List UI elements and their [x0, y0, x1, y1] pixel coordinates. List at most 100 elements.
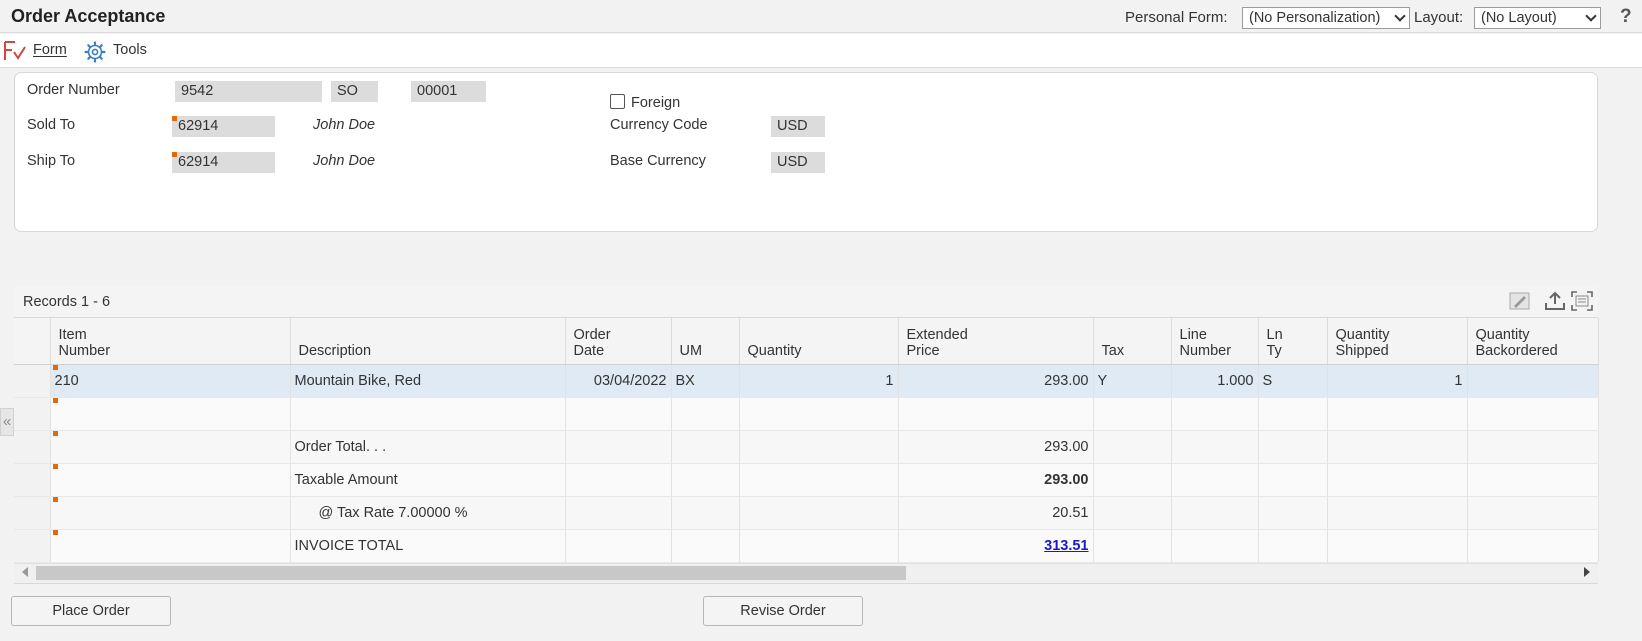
- cell-order-date[interactable]: [565, 463, 672, 497]
- cell-quantity[interactable]: [739, 397, 899, 431]
- cell-um[interactable]: [671, 397, 740, 431]
- sold-to-field[interactable]: 62914: [172, 116, 275, 137]
- cell-quantity-shipped[interactable]: [1327, 463, 1468, 497]
- table-row[interactable]: INVOICE TOTAL 313.51: [14, 529, 1599, 563]
- cell-item-number[interactable]: 210: [50, 364, 291, 398]
- form-icon[interactable]: [3, 40, 27, 62]
- cell-ln-ty[interactable]: [1258, 463, 1328, 497]
- cell-order-date[interactable]: [565, 430, 672, 464]
- cell-description[interactable]: Order Total. . .: [290, 430, 566, 464]
- order-type-field[interactable]: SO: [331, 81, 378, 102]
- cell-quantity-backordered[interactable]: [1467, 496, 1599, 530]
- cell-ln-ty[interactable]: S: [1258, 364, 1328, 398]
- row-selector[interactable]: [14, 529, 51, 563]
- cell-um[interactable]: BX: [671, 364, 740, 398]
- cell-quantity-backordered[interactable]: [1467, 430, 1599, 464]
- col-item-number[interactable]: Item Number: [50, 318, 291, 365]
- layout-select[interactable]: (No Layout): [1474, 7, 1601, 29]
- row-selector-header[interactable]: [14, 318, 51, 365]
- cell-order-date[interactable]: [565, 496, 672, 530]
- row-selector[interactable]: [14, 430, 51, 464]
- col-ln-ty[interactable]: Ln Ty: [1258, 318, 1328, 365]
- cell-quantity-backordered[interactable]: [1467, 463, 1599, 497]
- cell-quantity-shipped[interactable]: [1327, 397, 1468, 431]
- cell-quantity-shipped[interactable]: 1: [1327, 364, 1468, 398]
- table-row[interactable]: @ Tax Rate 7.00000 % 20.51: [14, 496, 1599, 530]
- row-selector[interactable]: [14, 364, 51, 398]
- foreign-checkbox[interactable]: [610, 94, 625, 109]
- row-selector[interactable]: [14, 397, 51, 431]
- cell-tax[interactable]: [1093, 397, 1172, 431]
- fullscreen-icon[interactable]: [1571, 291, 1593, 311]
- ship-to-field[interactable]: 62914: [172, 152, 275, 173]
- cell-extended-price[interactable]: 293.00: [898, 463, 1094, 497]
- cell-line-number[interactable]: 1.000: [1171, 364, 1259, 398]
- personal-form-select[interactable]: (No Personalization): [1242, 7, 1410, 29]
- cell-quantity-backordered[interactable]: [1467, 364, 1599, 398]
- cell-description[interactable]: [290, 397, 566, 431]
- cell-extended-price[interactable]: 293.00: [898, 430, 1094, 464]
- cell-tax[interactable]: [1093, 496, 1172, 530]
- col-order-date[interactable]: Order Date: [565, 318, 672, 365]
- cell-item-number[interactable]: [50, 430, 291, 464]
- tools-gear-icon[interactable]: [84, 41, 106, 63]
- cell-line-number[interactable]: [1171, 397, 1259, 431]
- revise-order-button[interactable]: Revise Order: [703, 596, 863, 626]
- cell-tax[interactable]: [1093, 463, 1172, 497]
- cell-tax[interactable]: [1093, 430, 1172, 464]
- help-icon[interactable]: ?: [1620, 6, 1632, 28]
- cell-tax[interactable]: [1093, 529, 1172, 563]
- edit-grid-icon[interactable]: [1509, 291, 1531, 311]
- table-row[interactable]: Order Total. . . 293.00: [14, 430, 1599, 464]
- cell-order-date[interactable]: [565, 529, 672, 563]
- currency-code-field[interactable]: USD: [771, 116, 825, 137]
- col-um[interactable]: UM: [671, 318, 740, 365]
- cell-line-number[interactable]: [1171, 529, 1259, 563]
- cell-description[interactable]: @ Tax Rate 7.00000 %: [290, 496, 566, 530]
- cell-quantity[interactable]: [739, 496, 899, 530]
- cell-quantity[interactable]: [739, 463, 899, 497]
- scrollbar-thumb[interactable]: [36, 566, 906, 580]
- cell-item-number[interactable]: [50, 529, 291, 563]
- collapse-left-icon[interactable]: «: [0, 408, 14, 436]
- col-line-number[interactable]: Line Number: [1171, 318, 1259, 365]
- cell-quantity-backordered[interactable]: [1467, 529, 1599, 563]
- base-currency-field[interactable]: USD: [771, 152, 825, 173]
- company-field[interactable]: 00001: [411, 81, 486, 102]
- cell-order-date[interactable]: 03/04/2022: [565, 364, 672, 398]
- cell-item-number[interactable]: [50, 496, 291, 530]
- tools-menu[interactable]: Tools: [113, 42, 147, 58]
- export-icon[interactable]: [1544, 291, 1566, 311]
- cell-ln-ty[interactable]: [1258, 529, 1328, 563]
- cell-um[interactable]: [671, 529, 740, 563]
- cell-line-number[interactable]: [1171, 430, 1259, 464]
- col-tax[interactable]: Tax: [1093, 318, 1172, 365]
- table-row[interactable]: [14, 397, 1599, 431]
- col-quantity[interactable]: Quantity: [739, 318, 899, 365]
- cell-quantity[interactable]: 1: [739, 364, 899, 398]
- cell-um[interactable]: [671, 496, 740, 530]
- cell-extended-price[interactable]: 313.51: [898, 529, 1094, 563]
- cell-quantity[interactable]: [739, 529, 899, 563]
- cell-quantity[interactable]: [739, 430, 899, 464]
- cell-description[interactable]: Mountain Bike, Red: [290, 364, 566, 398]
- invoice-total-link[interactable]: 313.51: [1044, 538, 1088, 554]
- cell-extended-price[interactable]: 293.00: [898, 364, 1094, 398]
- cell-extended-price[interactable]: 20.51: [898, 496, 1094, 530]
- place-order-button[interactable]: Place Order: [11, 596, 171, 626]
- order-number-field[interactable]: 9542: [175, 81, 322, 102]
- cell-item-number[interactable]: [50, 397, 291, 431]
- cell-ln-ty[interactable]: [1258, 397, 1328, 431]
- cell-quantity-backordered[interactable]: [1467, 397, 1599, 431]
- cell-line-number[interactable]: [1171, 463, 1259, 497]
- cell-ln-ty[interactable]: [1258, 496, 1328, 530]
- row-selector[interactable]: [14, 463, 51, 497]
- cell-quantity-shipped[interactable]: [1327, 529, 1468, 563]
- col-quantity-shipped[interactable]: Quantity Shipped: [1327, 318, 1468, 365]
- scroll-right-arrow-icon[interactable]: [1584, 567, 1590, 577]
- cell-ln-ty[interactable]: [1258, 430, 1328, 464]
- cell-um[interactable]: [671, 430, 740, 464]
- table-row[interactable]: 210 Mountain Bike, Red 03/04/2022 BX 1 2…: [14, 364, 1599, 398]
- cell-quantity-shipped[interactable]: [1327, 496, 1468, 530]
- cell-tax[interactable]: Y: [1093, 364, 1172, 398]
